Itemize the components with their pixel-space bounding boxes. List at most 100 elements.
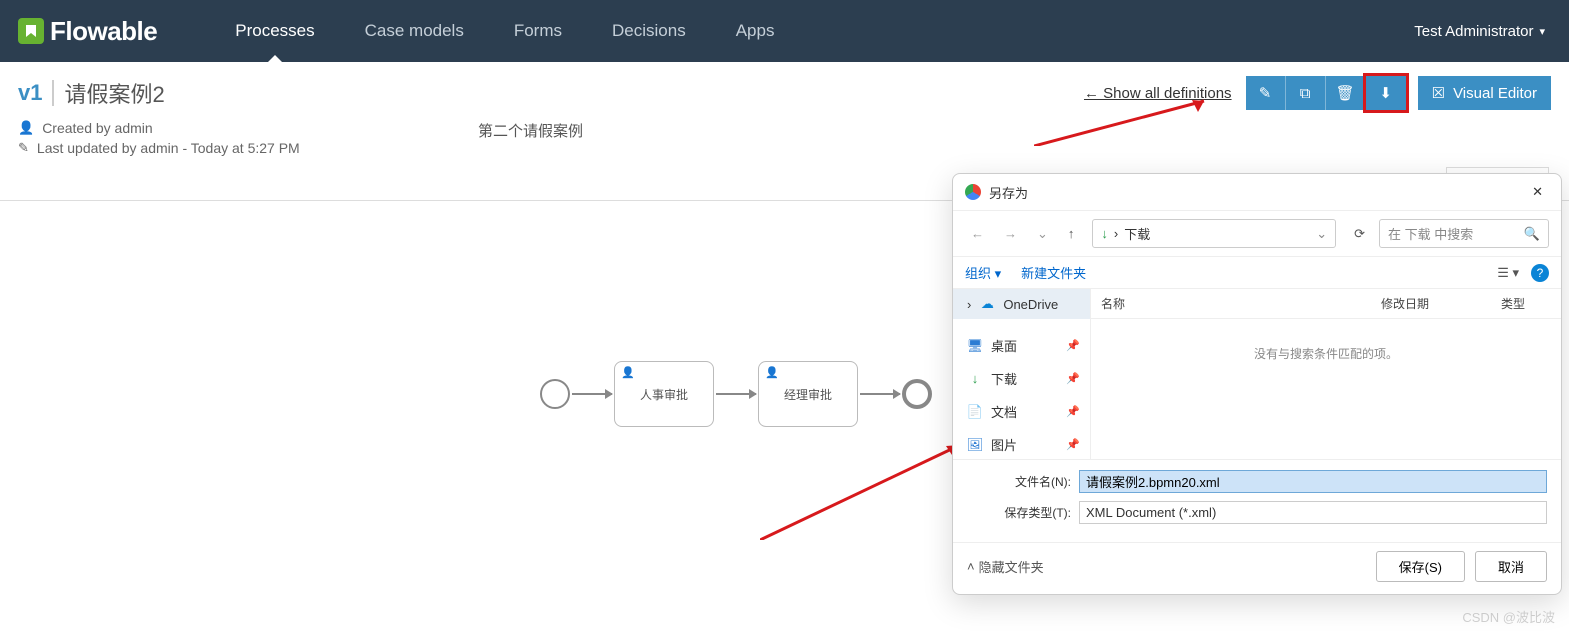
path-dropdown-icon[interactable]: ⌄ [1316,226,1327,242]
created-by: Created by admin [42,120,153,136]
sequence-flow [716,393,756,395]
download-icon: ⬇ [1379,84,1392,102]
dialog-nav: ← → ⌄ ↑ ↓ › 下载 ⌄ ⟳ 在 下载 中搜索 🔍 [953,211,1561,257]
save-button[interactable]: 保存(S) [1376,551,1465,582]
download-folder-icon: ↓ [1101,226,1108,241]
brand-text: Flowable [50,16,157,47]
process-description: 第二个请假案例 [478,120,583,160]
process-actions: ← Show all definitions ✎ ⧉ 🗑 ⬇ ☒ Visual … [1084,76,1551,110]
pencil-icon: ✎ [18,140,29,156]
top-navbar: Flowable Processes Case models Forms Dec… [0,0,1569,62]
user-task-1: 👤 人事审批 [614,361,714,427]
chrome-icon [965,184,981,200]
sequence-flow [860,393,900,395]
task2-label: 经理审批 [784,386,832,403]
view-mode-button[interactable]: ☰ ▾ [1497,265,1519,281]
nav-decisions[interactable]: Decisions [612,0,686,62]
col-name[interactable]: 名称 [1101,295,1381,312]
col-type[interactable]: 类型 [1501,295,1551,312]
dialog-toolbar: 组织 ▾ 新建文件夹 ☰ ▾ ? [953,257,1561,289]
start-event [540,379,570,409]
tree-pictures[interactable]: 🖼 图片 📌 [953,428,1090,459]
visual-editor-label: Visual Editor [1453,85,1537,102]
cloud-icon: ☁ [979,296,995,312]
pin-icon: 📌 [1066,438,1080,451]
back-button[interactable]: ← [965,222,990,245]
filename-label: 文件名(N): [967,473,1071,490]
last-updated: Last updated by admin - Today at 5:27 PM [37,140,300,156]
pin-icon: 📌 [1066,372,1080,385]
edit-button[interactable]: ✎ [1246,76,1286,110]
user-menu[interactable]: Test Administrator ▾ [1414,23,1569,40]
chevron-up-icon: ˄ [967,559,975,574]
delete-button[interactable]: 🗑 [1326,76,1366,110]
end-event [902,379,932,409]
filetype-select[interactable]: XML Document (*.xml) [1079,501,1547,524]
pencil-icon: ✎ [1259,84,1272,102]
user-name: Test Administrator [1414,23,1533,40]
search-input[interactable]: 在 下载 中搜索 🔍 [1379,219,1549,248]
tree-desktop[interactable]: 🖥 桌面 📌 [953,329,1090,362]
close-button[interactable]: ✕ [1526,182,1549,202]
expand-icon: › [967,297,971,312]
tree-onedrive[interactable]: › ☁ OneDrive [953,289,1090,319]
filename-input[interactable] [1079,470,1547,493]
watermark: CSDN @波比波 [1462,607,1555,626]
download-button[interactable]: ⬇ [1366,76,1406,110]
col-date[interactable]: 修改日期 [1381,295,1501,312]
duplicate-button[interactable]: ⧉ [1286,76,1326,110]
cancel-button[interactable]: 取消 [1475,551,1547,582]
action-button-group: ✎ ⧉ 🗑 ⬇ [1246,76,1406,110]
new-folder-button[interactable]: 新建文件夹 [1021,263,1086,282]
file-list: 名称 修改日期 类型 没有与搜索条件匹配的项。 [1091,289,1561,459]
nav-forms[interactable]: Forms [514,0,562,62]
logo-icon [18,18,44,44]
empty-message: 没有与搜索条件匹配的项。 [1091,319,1561,388]
tree-downloads[interactable]: ↓ 下载 📌 [953,362,1090,395]
folder-tree: › ☁ OneDrive 🖥 桌面 📌 ↓ 下载 📌 📄 文档 📌 🖼 [953,289,1091,459]
document-icon: 📄 [967,404,983,420]
nav-processes[interactable]: Processes [235,0,314,62]
recent-dropdown[interactable]: ⌄ [1031,222,1054,246]
save-as-dialog: 另存为 ✕ ← → ⌄ ↑ ↓ › 下载 ⌄ ⟳ 在 下载 中搜索 🔍 组织 ▾… [952,173,1562,595]
path-breadcrumb[interactable]: ↓ › 下载 ⌄ [1092,219,1336,248]
tree-documents[interactable]: 📄 文档 📌 [953,395,1090,428]
dialog-fields: 文件名(N): 保存类型(T): XML Document (*.xml) [953,459,1561,542]
dialog-footer: ˄ 隐藏文件夹 保存(S) 取消 [953,542,1561,594]
show-all-definitions-link[interactable]: ← Show all definitions [1084,85,1232,102]
trash-icon: 🗑 [1336,84,1355,102]
nav-apps[interactable]: Apps [736,0,775,62]
dialog-title: 另存为 [989,183,1526,202]
user-task-icon: 👤 [621,366,635,379]
organize-menu[interactable]: 组织 ▾ [965,263,1001,282]
user-task-2: 👤 经理审批 [758,361,858,427]
visual-editor-button[interactable]: ☒ Visual Editor [1418,76,1551,110]
bpmn-diagram: 👤 人事审批 👤 经理审批 [540,361,932,427]
dialog-body: › ☁ OneDrive 🖥 桌面 📌 ↓ 下载 📌 📄 文档 📌 🖼 [953,289,1561,459]
hide-folders-toggle[interactable]: ˄ 隐藏文件夹 [967,557,1044,576]
refresh-button[interactable]: ⟳ [1348,222,1371,246]
pin-icon: 📌 [1066,339,1080,352]
image-icon: 🖼 [967,437,983,453]
path-label: 下载 [1124,224,1150,243]
search-icon: 🔍 [1524,226,1540,242]
process-header: v1 请假案例2 ← Show all definitions ✎ ⧉ 🗑 ⬇ … [0,62,1569,160]
up-button[interactable]: ↑ [1062,222,1081,245]
nav-tabs: Processes Case models Forms Decisions Ap… [235,0,774,62]
sequence-flow [572,393,612,395]
desktop-icon: 🖥 [967,338,983,354]
user-icon: 👤 [18,120,34,136]
help-button[interactable]: ? [1531,264,1549,282]
brand-logo: Flowable [0,16,175,47]
forward-button[interactable]: → [998,222,1023,245]
process-name: 请假案例2 [64,77,164,109]
dialog-titlebar: 另存为 ✕ [953,174,1561,211]
user-task-icon: 👤 [765,366,779,379]
nav-case-models[interactable]: Case models [365,0,464,62]
list-header: 名称 修改日期 类型 [1091,289,1561,319]
download-icon: ↓ [967,371,983,386]
edit-square-icon: ☒ [1432,84,1445,102]
copy-icon: ⧉ [1300,85,1311,102]
task1-label: 人事审批 [640,386,688,403]
filetype-label: 保存类型(T): [967,504,1071,521]
